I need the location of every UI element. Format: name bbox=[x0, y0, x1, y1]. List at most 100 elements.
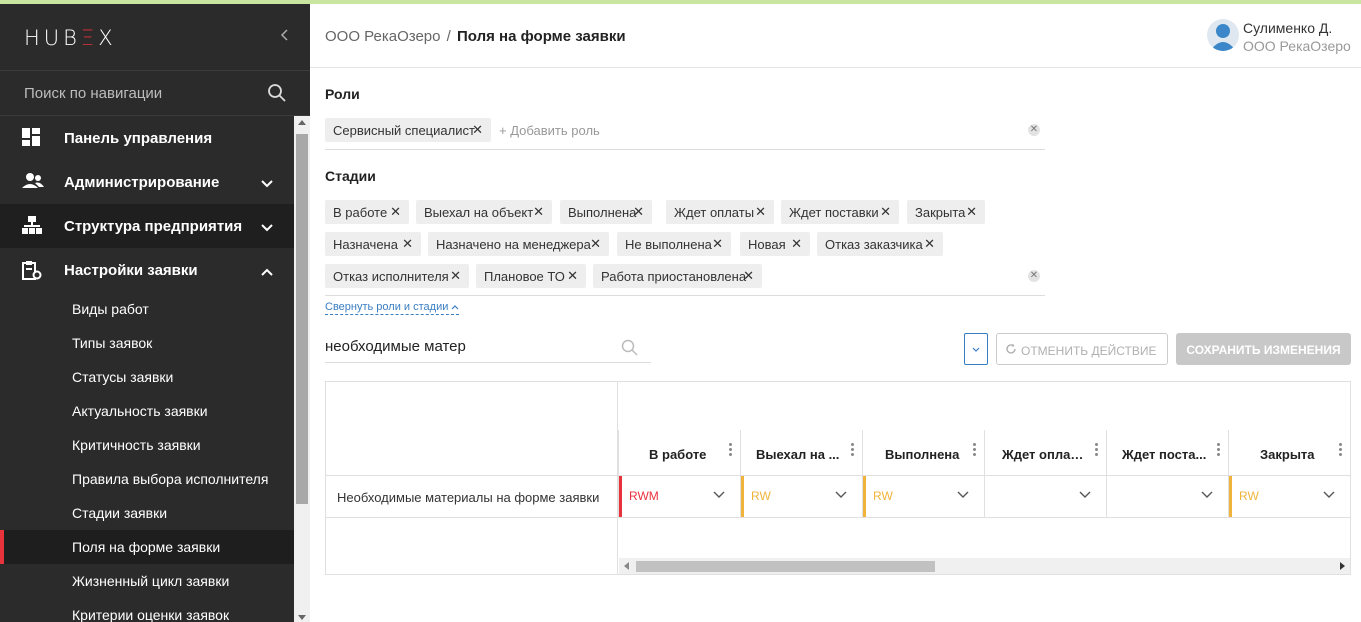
scrollbar-thumb[interactable] bbox=[636, 561, 935, 572]
chevron-down-icon[interactable] bbox=[1079, 491, 1091, 499]
permission-cell[interactable] bbox=[984, 476, 1106, 517]
stage-tag: Назначено на менеджера ✕ bbox=[428, 232, 609, 256]
sidebar-subitem-request-stages[interactable]: Стадии заявки bbox=[0, 496, 294, 530]
chevron-down-icon[interactable] bbox=[957, 491, 969, 499]
remove-tag-icon[interactable]: ✕ bbox=[712, 236, 723, 252]
column-header[interactable]: Выполнена bbox=[862, 430, 984, 476]
sidebar-item-structure[interactable]: Структура предприятия bbox=[0, 204, 294, 248]
sidebar-subitem-label: Стадии заявки bbox=[72, 505, 168, 521]
column-header[interactable]: В работе bbox=[618, 430, 740, 476]
sidebar-item-label: Структура предприятия bbox=[64, 217, 243, 235]
scrollbar-thumb[interactable] bbox=[296, 134, 308, 504]
permission-cell[interactable]: RW bbox=[1228, 476, 1350, 517]
permission-indicator bbox=[741, 476, 744, 517]
scroll-up-icon[interactable] bbox=[298, 120, 306, 125]
column-header[interactable]: Ждет оплаты bbox=[984, 430, 1106, 476]
search-icon[interactable] bbox=[267, 83, 287, 108]
stage-tag-label: Плановое ТО bbox=[484, 269, 565, 284]
clear-stages-icon[interactable]: ✕ bbox=[1028, 270, 1040, 282]
save-button[interactable]: СОХРАНИТЬ ИЗМЕНЕНИЯ bbox=[1176, 333, 1351, 365]
avatar[interactable] bbox=[1207, 19, 1239, 51]
collapse-roles-stages-link[interactable]: Свернуть роли и стадии bbox=[325, 301, 460, 315]
sidebar-subitem-rating-criteria[interactable]: Критерии оценки заявок bbox=[0, 598, 294, 622]
remove-tag-icon[interactable]: ✕ bbox=[633, 204, 644, 220]
remove-tag-icon[interactable]: ✕ bbox=[924, 236, 935, 252]
permission-cell[interactable]: RW bbox=[862, 476, 984, 517]
remove-tag-icon[interactable]: ✕ bbox=[450, 268, 461, 284]
field-search[interactable] bbox=[325, 334, 651, 363]
chevron-up-icon bbox=[451, 305, 459, 310]
remove-tag-icon[interactable]: ✕ bbox=[390, 204, 401, 220]
sidebar-item-administration[interactable]: Администрирование bbox=[0, 160, 294, 204]
sidebar-subitem-label: Виды работ bbox=[72, 301, 149, 317]
sidebar-subitem-request-relevance[interactable]: Актуальность заявки bbox=[0, 394, 294, 428]
remove-tag-icon[interactable]: ✕ bbox=[533, 204, 544, 220]
stage-tag-label: Новая bbox=[748, 237, 786, 252]
column-menu-icon[interactable] bbox=[1095, 443, 1099, 458]
sidebar-subitem-lifecycle[interactable]: Жизненный цикл заявки bbox=[0, 564, 294, 598]
undo-button[interactable]: ОТМЕНИТЬ ДЕЙСТВИЕ bbox=[996, 333, 1168, 365]
column-header[interactable]: Закрыта bbox=[1228, 430, 1350, 476]
remove-tag-icon[interactable]: ✕ bbox=[590, 236, 601, 252]
breadcrumb: ООО РекаОзеро / Поля на форме заявки bbox=[325, 28, 626, 45]
remove-tag-icon[interactable]: ✕ bbox=[755, 204, 766, 220]
nav-search[interactable]: Поиск по навигации bbox=[0, 70, 310, 116]
column-header[interactable]: Выехал на ... bbox=[740, 430, 862, 476]
remove-tag-icon[interactable]: ✕ bbox=[567, 268, 578, 284]
chevron-down-icon[interactable] bbox=[1323, 491, 1335, 499]
remove-tag-icon[interactable]: ✕ bbox=[880, 204, 891, 220]
search-icon[interactable] bbox=[621, 339, 639, 362]
roles-title: Роли bbox=[325, 86, 360, 102]
sidebar-item-label: Настройки заявки bbox=[64, 261, 198, 279]
user-name[interactable]: Сулименко Д. bbox=[1243, 20, 1332, 36]
permission-cell[interactable]: RW bbox=[740, 476, 862, 517]
remove-tag-icon[interactable]: ✕ bbox=[472, 122, 483, 138]
column-header-label: Закрыта bbox=[1260, 447, 1315, 462]
sidebar-scrollbar[interactable] bbox=[294, 116, 310, 622]
breadcrumb-separator: / bbox=[446, 28, 451, 45]
permission-cell[interactable]: RWM bbox=[618, 476, 740, 517]
permission-indicator bbox=[863, 476, 866, 517]
sidebar-item-request-settings[interactable]: Настройки заявки bbox=[0, 248, 294, 292]
remove-tag-icon[interactable]: ✕ bbox=[743, 268, 754, 284]
sidebar-subitem-request-types[interactable]: Типы заявок bbox=[0, 326, 294, 360]
remove-tag-icon[interactable]: ✕ bbox=[966, 204, 977, 220]
grid-horizontal-scrollbar[interactable] bbox=[619, 558, 1350, 574]
sidebar: HUBΞX Поиск по навигации Панель управлен… bbox=[0, 4, 310, 622]
clear-roles-icon[interactable]: ✕ bbox=[1028, 124, 1040, 136]
column-menu-icon[interactable] bbox=[851, 443, 855, 458]
permission-cell[interactable] bbox=[1106, 476, 1228, 517]
column-menu-icon[interactable] bbox=[1339, 443, 1343, 458]
breadcrumb-org[interactable]: ООО РекаОзеро bbox=[325, 28, 441, 45]
grid-row-header-column bbox=[326, 382, 618, 574]
sidebar-subitem-work-types[interactable]: Виды работ bbox=[0, 292, 294, 326]
remove-tag-icon[interactable]: ✕ bbox=[791, 236, 802, 252]
actions-dropdown-button[interactable] bbox=[964, 333, 988, 365]
add-role-input[interactable]: + Добавить роль bbox=[499, 123, 600, 138]
stages-field[interactable]: В работе ✕ Выехал на объект ✕ Выполнена ✕ Ж… bbox=[325, 194, 1045, 296]
chevron-down-icon[interactable] bbox=[713, 491, 725, 499]
chevron-down-icon[interactable] bbox=[835, 491, 847, 499]
roles-field[interactable]: Сервисный специалист ✕ + Добавить роль ✕ bbox=[325, 112, 1045, 150]
role-tag-label: Сервисный специалист bbox=[333, 123, 475, 138]
scroll-down-icon[interactable] bbox=[298, 615, 306, 620]
column-header[interactable]: Ждет поста... bbox=[1106, 430, 1228, 476]
scroll-right-icon[interactable] bbox=[1340, 562, 1345, 570]
sidebar-subitem-assignee-rules[interactable]: Правила выбора исполнителя bbox=[0, 462, 294, 496]
sidebar-subitem-form-fields[interactable]: Поля на форме заявки bbox=[0, 530, 294, 564]
remove-tag-icon[interactable]: ✕ bbox=[402, 236, 413, 252]
sidebar-item-dashboard[interactable]: Панель управления bbox=[0, 116, 294, 160]
stage-tag-label: В работе bbox=[333, 205, 388, 220]
column-menu-icon[interactable] bbox=[729, 443, 733, 458]
role-tag: Сервисный специалист ✕ bbox=[325, 118, 491, 142]
column-menu-icon[interactable] bbox=[973, 443, 977, 458]
sidebar-subitem-request-criticality[interactable]: Критичность заявки bbox=[0, 428, 294, 462]
column-menu-icon[interactable] bbox=[1217, 443, 1221, 458]
sidebar-subitem-label: Правила выбора исполнителя bbox=[72, 471, 269, 487]
sidebar-subitem-request-statuses[interactable]: Статусы заявки bbox=[0, 360, 294, 394]
scroll-left-icon[interactable] bbox=[624, 562, 629, 570]
collapse-sidebar-button[interactable] bbox=[280, 28, 290, 46]
sidebar-subitem-label: Статусы заявки bbox=[72, 369, 174, 385]
field-search-input[interactable] bbox=[325, 338, 615, 355]
chevron-down-icon[interactable] bbox=[1201, 491, 1213, 499]
